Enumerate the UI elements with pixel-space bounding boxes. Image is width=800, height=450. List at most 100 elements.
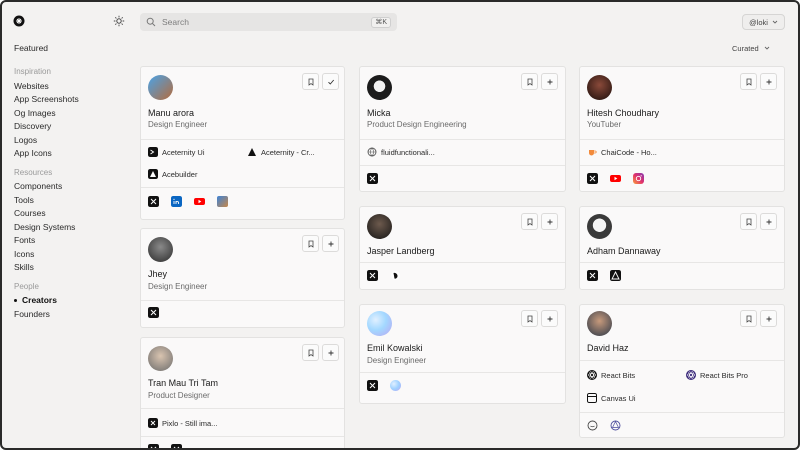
creator-card[interactable]: David Haz React Bits React Bits Pro Canv… xyxy=(579,304,785,438)
creator-card[interactable]: Hitesh Choudhary YouTuber ChaiCode - Ho.… xyxy=(579,66,785,192)
creator-name[interactable]: Tran Mau Tri Tam xyxy=(148,378,218,388)
follow-button[interactable] xyxy=(760,73,777,90)
sidebar-item-og-images[interactable]: Og Images xyxy=(14,108,56,118)
avatar xyxy=(148,346,173,371)
x-icon[interactable] xyxy=(171,444,182,450)
bookmark-button[interactable] xyxy=(740,73,757,90)
website-icon[interactable] xyxy=(390,380,401,391)
sidebar-item-websites[interactable]: Websites xyxy=(14,81,49,91)
creator-card[interactable]: Manu arora Design Engineer Aceternity Ui… xyxy=(140,66,345,220)
sidebar-item-logos[interactable]: Logos xyxy=(14,135,37,145)
avatar xyxy=(367,75,392,100)
sidebar-item-discovery[interactable]: Discovery xyxy=(14,121,51,131)
follow-button[interactable] xyxy=(322,235,339,252)
project-link[interactable]: ChaiCode - Ho... xyxy=(587,147,657,157)
creator-card[interactable]: Jhey Design Engineer xyxy=(140,228,345,328)
bookmark-button[interactable] xyxy=(302,235,319,252)
project-label: Aceternity Ui xyxy=(162,147,205,157)
sidebar-item-components[interactable]: Components xyxy=(14,181,62,191)
follow-button[interactable] xyxy=(760,310,777,327)
x-icon[interactable] xyxy=(148,307,159,318)
project-link[interactable]: React Bits xyxy=(587,370,635,380)
instagram-icon[interactable] xyxy=(633,173,644,184)
sidebar-item-icons[interactable]: Icons xyxy=(14,249,34,259)
creator-card[interactable]: Jasper Landberg xyxy=(359,206,566,290)
x-icon[interactable] xyxy=(587,270,598,281)
github-icon[interactable] xyxy=(587,420,598,431)
sun-icon[interactable] xyxy=(113,15,125,27)
creator-name[interactable]: Micka xyxy=(367,108,391,118)
sidebar-item-design-systems[interactable]: Design Systems xyxy=(14,222,75,232)
x-icon[interactable] xyxy=(148,444,159,450)
avatar xyxy=(148,237,173,262)
divider xyxy=(360,262,565,263)
follow-button[interactable] xyxy=(322,73,339,90)
creator-card[interactable]: Emil Kowalski Design Engineer xyxy=(359,304,566,404)
search-input[interactable]: Search ⌘K xyxy=(140,13,397,31)
creator-name[interactable]: Manu arora xyxy=(148,108,194,118)
sidebar-item-tools[interactable]: Tools xyxy=(14,195,34,205)
project-link[interactable]: React Bits Pro xyxy=(686,370,748,380)
youtube-icon[interactable] xyxy=(194,196,205,207)
plus-icon xyxy=(547,79,552,84)
website-icon[interactable] xyxy=(610,420,621,431)
bookmark-button[interactable] xyxy=(302,73,319,90)
bookmark-icon xyxy=(308,78,313,86)
sidebar-item-founders[interactable]: Founders xyxy=(14,309,50,319)
sidebar-item-fonts[interactable]: Fonts xyxy=(14,235,35,245)
follow-button[interactable] xyxy=(541,213,558,230)
follow-button[interactable] xyxy=(541,73,558,90)
website-icon[interactable] xyxy=(610,270,621,281)
search-icon xyxy=(146,17,156,27)
x-icon[interactable] xyxy=(367,173,378,184)
website-icon[interactable] xyxy=(390,270,401,281)
website-icon[interactable] xyxy=(217,196,228,207)
follow-button[interactable] xyxy=(760,213,777,230)
project-link[interactable]: Canvas Ui xyxy=(587,393,636,403)
divider xyxy=(580,412,784,413)
project-link[interactable]: Aceternity - Cr... xyxy=(247,147,315,157)
sidebar-item-skills[interactable]: Skills xyxy=(14,262,34,272)
sidebar-item-featured[interactable]: Featured xyxy=(14,43,48,53)
bookmark-button[interactable] xyxy=(740,213,757,230)
sidebar-item-app-screenshots[interactable]: App Screenshots xyxy=(14,94,79,104)
project-link[interactable]: Pixlo - Still ima... xyxy=(148,418,217,428)
bookmark-icon xyxy=(527,78,532,86)
divider xyxy=(141,436,344,437)
follow-button[interactable] xyxy=(322,344,339,361)
creator-card[interactable]: Tran Mau Tri Tam Product Designer Pixlo … xyxy=(140,337,345,450)
creator-name[interactable]: Adham Dannaway xyxy=(587,246,661,256)
follow-button[interactable] xyxy=(541,310,558,327)
plus-icon xyxy=(547,219,552,224)
project-link[interactable]: fluidfunctionali... xyxy=(367,147,435,157)
avatar xyxy=(587,75,612,100)
creator-name[interactable]: Jhey xyxy=(148,269,167,279)
linkedin-icon[interactable] xyxy=(171,196,182,207)
user-menu-button[interactable]: @loki xyxy=(742,14,785,30)
bookmark-button[interactable] xyxy=(521,73,538,90)
creator-name[interactable]: Hitesh Choudhary xyxy=(587,108,659,118)
sort-dropdown[interactable]: Curated xyxy=(732,41,770,55)
x-icon[interactable] xyxy=(587,173,598,184)
youtube-icon[interactable] xyxy=(610,173,621,184)
creator-name[interactable]: Emil Kowalski xyxy=(367,343,423,353)
creator-card[interactable]: Micka Product Design Engineering fluidfu… xyxy=(359,66,566,192)
sidebar-item-creators[interactable]: Creators xyxy=(14,295,57,305)
sidebar-item-app-icons[interactable]: App Icons xyxy=(14,148,52,158)
project-link[interactable]: Acebuilder xyxy=(148,169,197,179)
bookmark-button[interactable] xyxy=(521,310,538,327)
bookmark-button[interactable] xyxy=(302,344,319,361)
logo-icon[interactable] xyxy=(13,15,25,27)
bookmark-button[interactable] xyxy=(740,310,757,327)
creator-name[interactable]: David Haz xyxy=(587,343,629,353)
x-icon[interactable] xyxy=(148,196,159,207)
plus-icon xyxy=(328,241,333,246)
creator-card[interactable]: Adham Dannaway xyxy=(579,206,785,290)
sidebar-item-courses[interactable]: Courses xyxy=(14,208,46,218)
bookmark-button[interactable] xyxy=(521,213,538,230)
creator-name[interactable]: Jasper Landberg xyxy=(367,246,435,256)
project-label: Acebuilder xyxy=(162,169,198,179)
x-icon[interactable] xyxy=(367,270,378,281)
project-link[interactable]: Aceternity Ui xyxy=(148,147,205,157)
x-icon[interactable] xyxy=(367,380,378,391)
